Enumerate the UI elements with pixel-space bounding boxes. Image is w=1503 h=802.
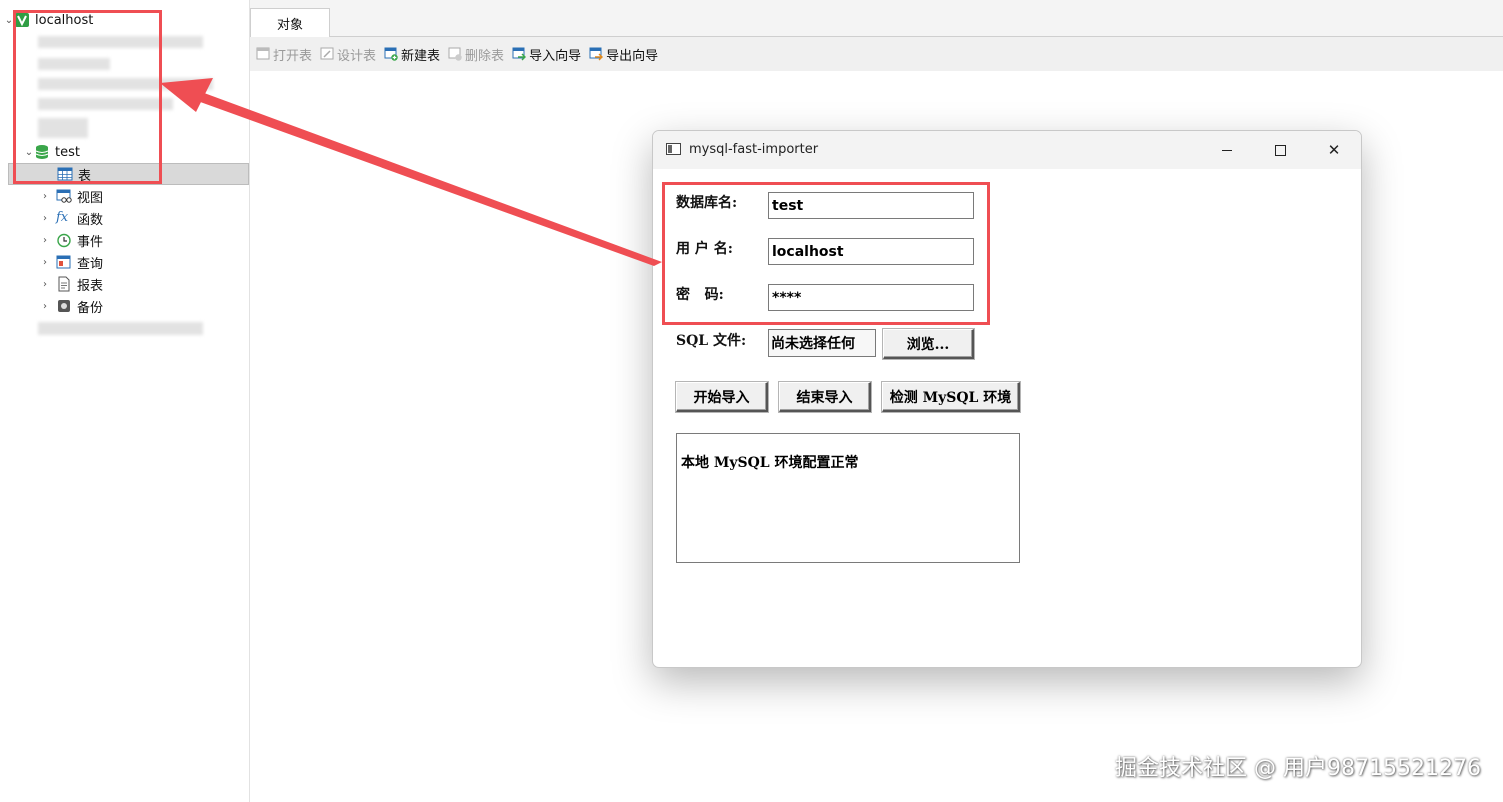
- maximize-button[interactable]: [1257, 137, 1303, 163]
- tab-bar: 对象: [250, 0, 1503, 37]
- dialog-titlebar[interactable]: mysql-fast-importer ✕: [653, 131, 1361, 169]
- tab-objects[interactable]: 对象: [250, 8, 330, 37]
- import-wizard-icon: [512, 47, 527, 61]
- backup-icon: [56, 298, 72, 314]
- check-mysql-button[interactable]: 检测 MySQL 环境: [882, 382, 1020, 412]
- chevron-right-icon[interactable]: ›: [40, 257, 50, 268]
- open-table-button[interactable]: 打开表: [256, 45, 312, 64]
- design-table-button[interactable]: 设计表: [320, 45, 376, 64]
- tree-item-label: 报表: [77, 278, 104, 294]
- export-wizard-button[interactable]: 导出向导: [589, 45, 658, 64]
- close-icon: ✕: [1327, 141, 1341, 159]
- export-wizard-label: 导出向导: [606, 48, 659, 64]
- log-output: 本地 MySQL 环境配置正常: [676, 433, 1020, 563]
- event-clock-icon: [56, 232, 72, 248]
- tree-item-views[interactable]: › 视图: [40, 185, 289, 207]
- start-import-button[interactable]: 开始导入: [676, 382, 768, 412]
- export-wizard-icon: [589, 47, 604, 61]
- sql-file-display: 尚未选择任何: [768, 329, 876, 357]
- object-toolbar: 打开表 设计表 新建表 删除表 导入向导 导出向导: [250, 37, 1503, 71]
- view-icon: [56, 188, 72, 204]
- sql-file-label: SQL 文件:: [676, 333, 747, 349]
- open-table-label: 打开表: [273, 48, 313, 64]
- tree-item-label: 查询: [77, 256, 104, 272]
- tree-item-label: 备份: [77, 300, 104, 316]
- annotation-frame-form: [662, 182, 990, 325]
- chevron-right-icon[interactable]: ›: [40, 235, 50, 246]
- query-icon: [56, 254, 72, 270]
- tree-item-functions[interactable]: › fx 函数: [40, 207, 289, 229]
- annotation-frame-tree: [13, 10, 162, 184]
- design-table-icon: [320, 47, 334, 61]
- chevron-right-icon[interactable]: ›: [40, 279, 50, 290]
- chevron-right-icon[interactable]: ›: [40, 191, 50, 202]
- new-table-button[interactable]: 新建表: [384, 45, 440, 64]
- import-wizard-button[interactable]: 导入向导: [512, 45, 581, 64]
- minimize-button[interactable]: [1204, 137, 1250, 163]
- tree-item-events[interactable]: › 事件: [40, 229, 289, 251]
- chevron-right-icon[interactable]: ›: [40, 301, 50, 312]
- dialog-title: mysql-fast-importer: [689, 142, 819, 157]
- import-wizard-label: 导入向导: [529, 48, 582, 64]
- browse-button[interactable]: 浏览...: [883, 329, 974, 359]
- function-icon: fx: [56, 210, 69, 225]
- report-icon: [56, 276, 72, 292]
- redacted-item: [38, 322, 203, 335]
- design-table-label: 设计表: [337, 48, 377, 64]
- app-window-icon: [666, 143, 681, 155]
- new-table-label: 新建表: [401, 48, 441, 64]
- tree-item-queries[interactable]: › 查询: [40, 251, 289, 273]
- tree-item-label: 函数: [77, 212, 104, 228]
- delete-table-icon: [448, 47, 462, 61]
- watermark: 掘金技术社区 @ 用户98715521276: [1115, 756, 1481, 781]
- delete-table-label: 删除表: [465, 48, 505, 64]
- new-table-icon: [384, 47, 398, 61]
- open-table-icon: [256, 47, 270, 61]
- tree-item-label: 事件: [77, 234, 104, 250]
- delete-table-button[interactable]: 删除表: [448, 45, 504, 64]
- close-button[interactable]: ✕: [1311, 137, 1357, 163]
- tree-item-backups[interactable]: › 备份: [40, 295, 289, 317]
- tree-item-label: 视图: [77, 190, 104, 206]
- stop-import-button[interactable]: 结束导入: [779, 382, 871, 412]
- chevron-right-icon[interactable]: ›: [40, 213, 50, 224]
- tree-item-reports[interactable]: › 报表: [40, 273, 289, 295]
